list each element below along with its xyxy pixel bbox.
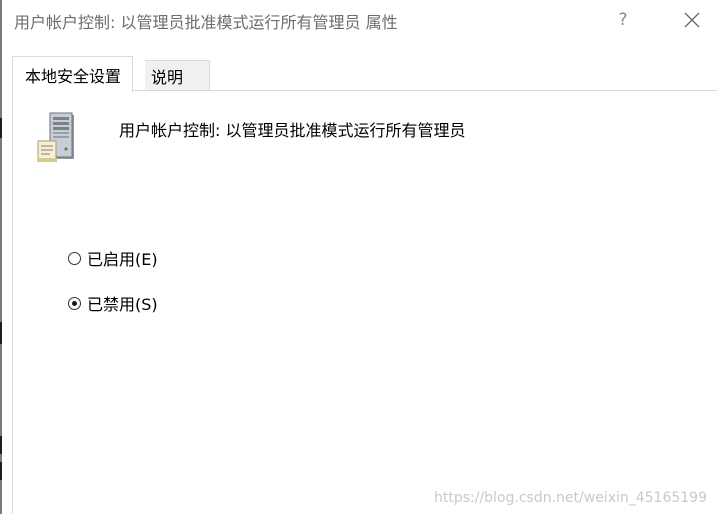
- radio-button-checked[interactable]: [68, 296, 81, 310]
- enabled-radio[interactable]: 已启用(E): [68, 246, 158, 270]
- background-window-edge: [0, 0, 2, 514]
- close-icon: [684, 12, 700, 28]
- title-bar[interactable]: 用户帐户控制: 以管理员批准模式运行所有管理员 属性 ?: [2, 0, 717, 40]
- server-policy-icon: [37, 112, 74, 162]
- tab-local-security-setting[interactable]: 本地安全设置: [12, 56, 134, 92]
- edge-mark: [0, 118, 2, 138]
- tab-strip: 本地安全设置 说明: [12, 56, 717, 92]
- disabled-radio-label: 已禁用(S): [87, 295, 158, 314]
- policy-title: 用户帐户控制: 以管理员批准模式运行所有管理员: [119, 121, 466, 140]
- edge-mark: [0, 462, 2, 480]
- close-button[interactable]: [674, 6, 710, 34]
- watermark: https://blog.csdn.net/weixin_45165199: [433, 490, 707, 506]
- edge-mark: [0, 322, 2, 344]
- tab-panel: 用户帐户控制: 以管理员批准模式运行所有管理员 已启用(E) 已禁用(S): [12, 90, 717, 514]
- help-button[interactable]: ?: [610, 6, 636, 34]
- disabled-radio[interactable]: 已禁用(S): [68, 291, 158, 315]
- properties-dialog: 用户帐户控制: 以管理员批准模式运行所有管理员 属性 ? 本地安全设置 说明 用…: [0, 0, 717, 514]
- enabled-radio-label: 已启用(E): [87, 250, 158, 269]
- window-title: 用户帐户控制: 以管理员批准模式运行所有管理员 属性: [14, 13, 398, 32]
- edge-mark: [0, 436, 2, 454]
- tab-explain[interactable]: 说明: [145, 60, 211, 91]
- radio-button-unchecked[interactable]: [68, 251, 81, 265]
